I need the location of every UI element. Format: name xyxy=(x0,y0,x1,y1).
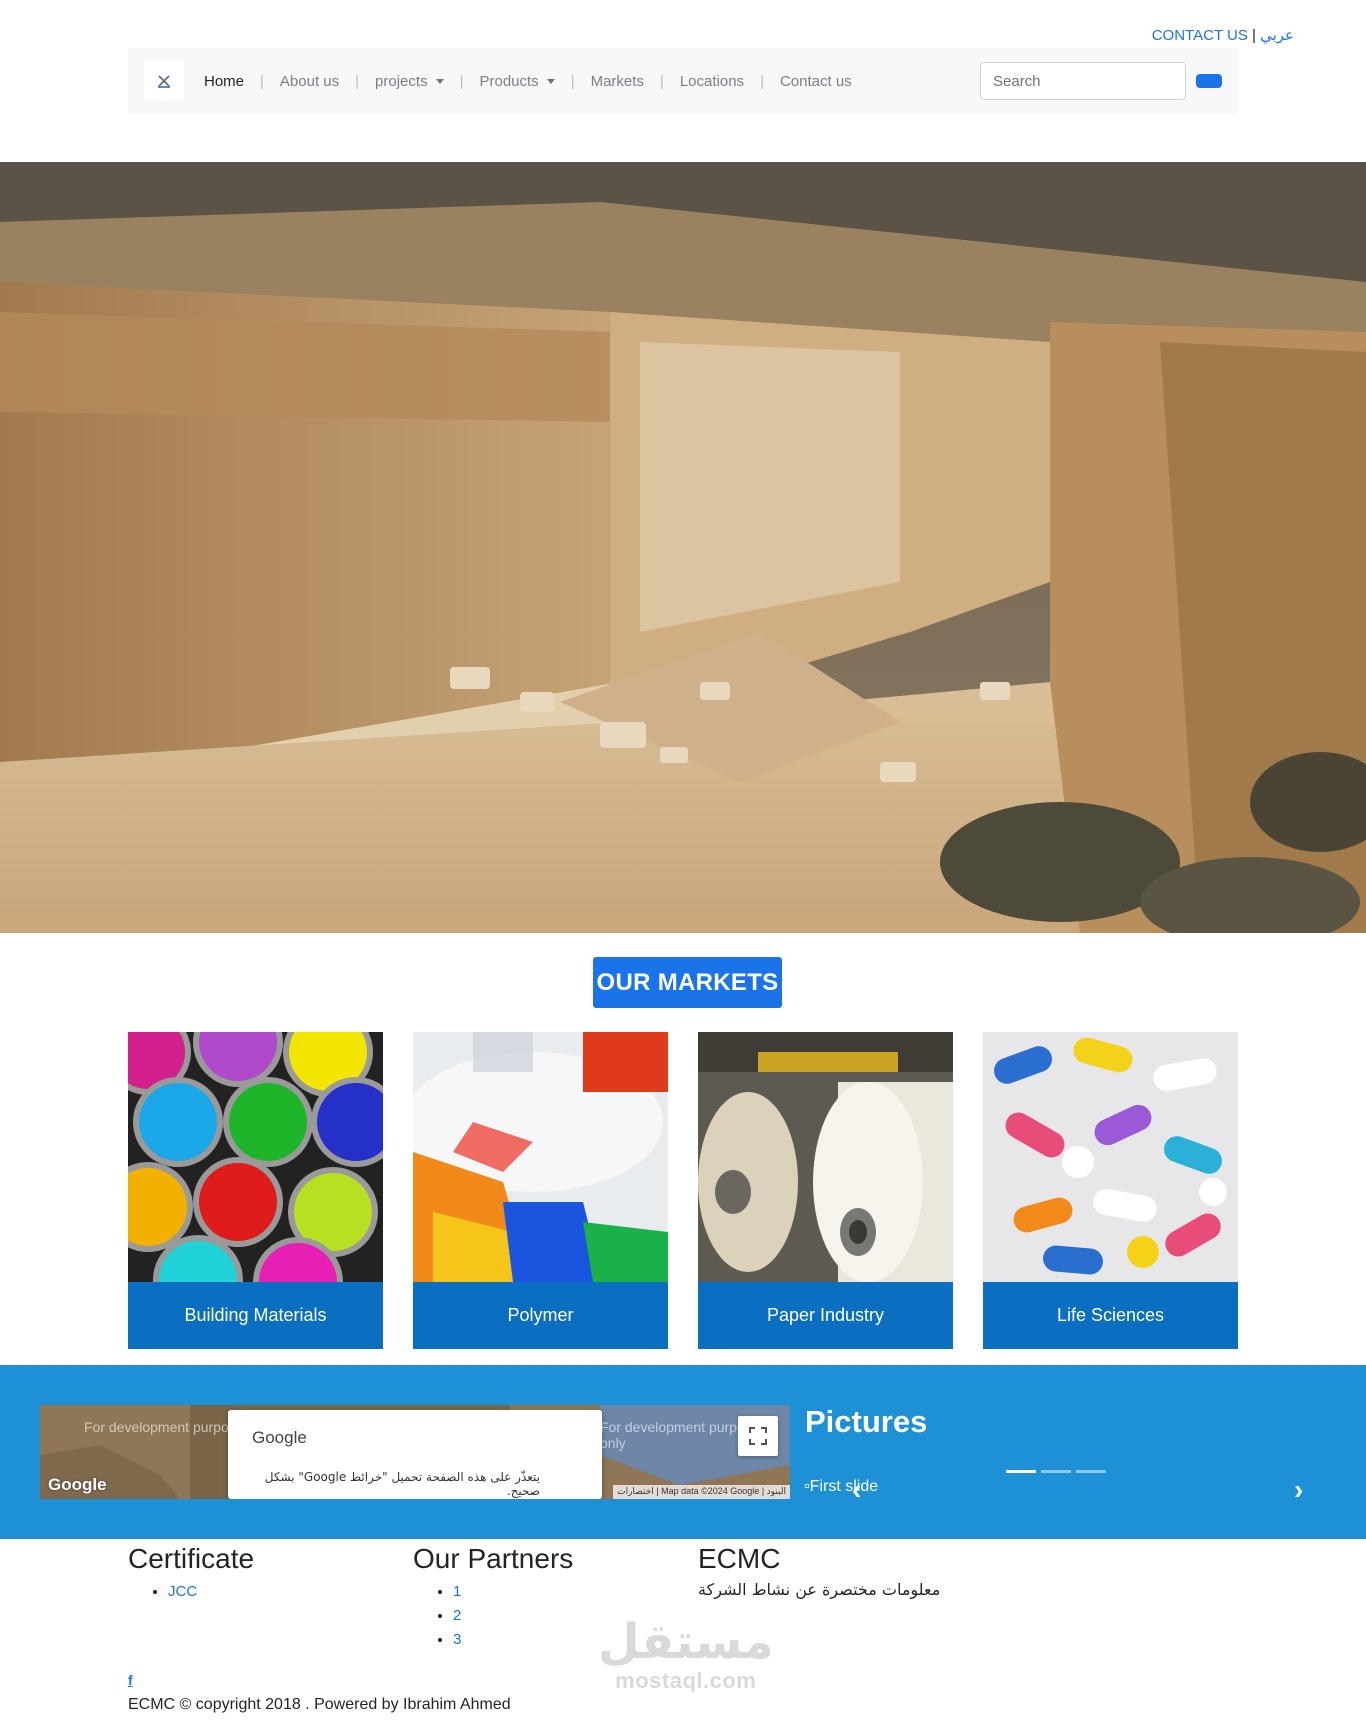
certificate-list: JCC xyxy=(168,1580,254,1604)
nav-about-us[interactable]: About us xyxy=(280,73,339,90)
market-card-paper-industry[interactable]: Paper Industry xyxy=(698,1032,953,1349)
company-description: معلومات مختصرة عن نشاط الشركة xyxy=(698,1580,941,1599)
list-item: JCC xyxy=(168,1580,254,1604)
list-item: 2 xyxy=(453,1604,573,1628)
caret-down-icon xyxy=(546,79,555,85)
nav-projects-dropdown[interactable]: projects xyxy=(375,73,444,90)
market-card-building-materials[interactable]: Building Materials xyxy=(128,1032,383,1349)
facebook-icon[interactable]: f xyxy=(128,1672,133,1688)
carousel-indicator[interactable] xyxy=(1041,1470,1071,1473)
nav-products-dropdown[interactable]: Products xyxy=(479,72,555,90)
google-map-embed[interactable]: For development purposes only For develo… xyxy=(40,1405,790,1499)
polymer-pellets-image xyxy=(413,1032,668,1282)
paper-rolls-image xyxy=(698,1032,953,1282)
map-terms-link[interactable]: البنود xyxy=(767,1486,786,1496)
footer-certificate: Certificate JCC xyxy=(128,1540,254,1604)
slide-alt-text: First slide xyxy=(809,1478,879,1495)
contact-us-link[interactable]: CONTACT US xyxy=(1152,27,1248,44)
search-button[interactable] xyxy=(1196,74,1222,88)
partners-list: 1 2 3 xyxy=(453,1580,573,1652)
caret-down-icon xyxy=(435,79,444,85)
nav-locations[interactable]: Locations xyxy=(680,73,744,90)
nav-separator: | xyxy=(459,72,464,90)
topbar-separator: | xyxy=(1252,27,1256,44)
nav-separator: | xyxy=(570,72,575,90)
certificate-link[interactable]: JCC xyxy=(168,1583,197,1600)
market-card-label: Polymer xyxy=(413,1282,668,1349)
nav-projects-label: projects xyxy=(375,72,428,90)
arabic-language-link[interactable]: عربي xyxy=(1260,27,1294,44)
our-markets-title: OUR MARKETS xyxy=(593,957,782,1008)
map-error-message: يتعذّر على هذه الصفحة تحميل "خرائط Googl… xyxy=(264,1470,540,1498)
navbar: Home | About us | projects | Products | … xyxy=(128,48,1238,114)
list-item: 3 xyxy=(453,1628,573,1652)
nav-home[interactable]: Home xyxy=(204,73,244,90)
partner-link[interactable]: 2 xyxy=(453,1607,461,1624)
copyright-text: ECMC © copyright 2018 . Powered by Ibrah… xyxy=(128,1696,511,1713)
map-error-dialog: Google يتعذّر على هذه الصفحة تحميل "خرائ… xyxy=(228,1410,602,1499)
carousel-prev-button[interactable]: ‹ xyxy=(852,1474,861,1506)
carousel-slide-image: ▫First slide xyxy=(804,1478,878,1496)
certificate-heading: Certificate xyxy=(128,1543,255,1574)
map-attribution: اختصارات | Map data ©2024 Google | البنو… xyxy=(613,1485,790,1499)
pills-image xyxy=(983,1032,1238,1282)
map-error-title: Google xyxy=(252,1428,307,1447)
brand-logo[interactable] xyxy=(144,61,184,101)
fullscreen-icon xyxy=(749,1427,767,1445)
carousel-indicator[interactable] xyxy=(1006,1470,1036,1473)
nav-separator: | xyxy=(355,72,360,90)
chevron-left-icon: ‹ xyxy=(852,1474,862,1505)
page: CONTACT US | عربي Home | About us | proj… xyxy=(0,0,1366,1733)
market-card-life-sciences[interactable]: Life Sciences xyxy=(983,1032,1238,1349)
nav-separator: | xyxy=(760,72,764,90)
partners-heading: Our Partners xyxy=(413,1543,574,1574)
carousel-next-button[interactable]: › xyxy=(1294,1474,1303,1506)
map-shortcuts-link[interactable]: اختصارات xyxy=(617,1486,654,1496)
nav-menu: Home | About us | projects | Products | … xyxy=(204,73,852,90)
list-item: 1 xyxy=(453,1580,573,1604)
hero-image xyxy=(0,162,1366,933)
chevron-right-icon: › xyxy=(1294,1474,1304,1505)
fullscreen-button[interactable] xyxy=(738,1416,778,1456)
company-heading: ECMC xyxy=(698,1543,781,1574)
watermark-latin: mostaql.com xyxy=(615,1668,757,1693)
top-contact-bar: CONTACT US | عربي xyxy=(1152,26,1294,44)
pictures-title: Pictures xyxy=(805,1404,928,1439)
market-card-label: Paper Industry xyxy=(698,1282,953,1349)
footer-partners: Our Partners 1 2 3 xyxy=(413,1540,573,1652)
logo-icon xyxy=(158,75,170,88)
partner-link[interactable]: 1 xyxy=(453,1583,461,1600)
watermark-arabic: مستقل xyxy=(598,1614,774,1670)
market-card-label: Life Sciences xyxy=(983,1282,1238,1349)
nav-markets[interactable]: Markets xyxy=(591,73,644,90)
carousel-indicator[interactable] xyxy=(1076,1470,1106,1473)
hero-quarry-image xyxy=(0,162,1366,933)
nav-products-label: Products xyxy=(479,72,539,90)
search-input[interactable] xyxy=(980,62,1186,100)
footer-company: ECMC معلومات مختصرة عن نشاط الشركة xyxy=(698,1540,940,1599)
market-card-label: Building Materials xyxy=(128,1282,383,1349)
nav-contact-us[interactable]: Contact us xyxy=(780,73,852,90)
map-data-text: Map data ©2024 Google xyxy=(661,1486,760,1496)
mostaql-watermark: مستقل mostaql.com xyxy=(598,1616,774,1694)
partner-link[interactable]: 3 xyxy=(453,1631,461,1648)
market-card-polymer[interactable]: Polymer xyxy=(413,1032,668,1349)
nav-separator: | xyxy=(260,72,264,90)
nav-separator: | xyxy=(659,72,664,90)
map-and-pictures-band: For development purposes only For develo… xyxy=(0,1365,1366,1539)
google-logo: Google xyxy=(48,1475,107,1494)
paint-cans-image xyxy=(128,1032,383,1282)
carousel-indicators xyxy=(1006,1470,1106,1473)
